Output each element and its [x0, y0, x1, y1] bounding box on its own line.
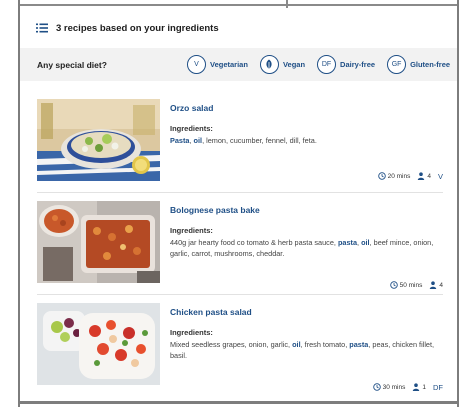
gluten-free-badge-icon: GF: [387, 55, 407, 74]
person-icon: [430, 281, 437, 289]
cook-time: 30 mins: [382, 383, 406, 391]
top-frame: [20, 0, 457, 6]
ingredients-list: Mixed seedless grapes, onion, garlic, oi…: [170, 339, 442, 361]
recipe-card: Bolognese pasta bake Ingredients: 440g j…: [37, 201, 443, 293]
matched-ingredient: oil: [193, 136, 203, 145]
servings: 4: [439, 281, 443, 289]
recipe-image[interactable]: [37, 99, 160, 181]
clock-icon: [377, 172, 386, 180]
diet-option-label: Gluten-free: [410, 60, 451, 69]
results-title: 3 recipes based on your ingredients: [56, 22, 219, 34]
bottom-frame-border: [18, 401, 459, 404]
diet-tag: DF: [433, 382, 443, 392]
recipe-card: Orzo salad Ingredients: Pasta, oil, lemo…: [37, 99, 443, 191]
ingredients-label: Ingredients:: [170, 328, 213, 337]
diet-option-dairy-free[interactable]: DF Dairy-free: [317, 55, 375, 74]
matched-ingredient: oil: [292, 340, 301, 349]
clock-icon: [389, 281, 398, 289]
recipe-meta: 50 mins 4: [389, 280, 443, 290]
diet-tag: V: [437, 171, 443, 181]
leaf-icon: [259, 55, 279, 74]
diet-option-label: Vegan: [282, 60, 306, 69]
recipe-title-link[interactable]: Chicken pasta salad: [170, 307, 252, 317]
recipe-card: Chicken pasta salad Ingredients: Mixed s…: [37, 303, 443, 395]
cook-time: 50 mins: [399, 281, 423, 289]
results-header: 3 recipes based on your ingredients: [36, 18, 219, 38]
recipe-title-link[interactable]: Bolognese pasta bake: [170, 205, 260, 215]
clock-icon: [372, 383, 381, 391]
recipe-meta: 20 mins 4 V: [377, 171, 443, 181]
ingredient-text: Mixed seedless grapes, onion, garlic,: [170, 340, 293, 349]
matched-ingredient: oil: [361, 238, 370, 247]
servings: 4: [427, 172, 431, 180]
diet-option-gluten-free[interactable]: GF Gluten-free: [387, 55, 450, 74]
ingredients-list: 440g jar hearty food co tomato & herb pa…: [170, 237, 442, 259]
diet-option-vegetarian[interactable]: V Vegetarian: [187, 55, 248, 74]
cook-time: 20 mins: [387, 172, 411, 180]
dairy-free-badge-icon: DF: [317, 55, 337, 74]
top-frame-divider: [286, 0, 288, 8]
matched-ingredient: pasta: [349, 340, 369, 349]
ingredients-list: Pasta, oil, lemon, cucumber, fennel, dil…: [170, 135, 442, 146]
diet-filter-bar: Any special diet? V Vegetarian Vegan DF …: [20, 48, 457, 81]
recipe-image[interactable]: [37, 303, 160, 385]
diet-option-label: Vegetarian: [210, 60, 248, 69]
ingredients-label: Ingredients:: [170, 124, 213, 133]
person-icon: [413, 383, 420, 391]
matched-ingredient: pasta: [337, 238, 357, 247]
person-icon: [418, 172, 425, 180]
diet-option-vegan[interactable]: Vegan: [259, 55, 306, 74]
divider: [37, 294, 443, 295]
vegetarian-badge-icon: V: [187, 55, 206, 74]
list-icon: [36, 23, 48, 33]
diet-option-label: Dairy-free: [340, 60, 376, 69]
ingredient-text: 440g jar hearty food co tomato & herb pa…: [170, 238, 338, 247]
diet-prompt: Any special diet?: [37, 59, 107, 70]
right-frame-border: [457, 0, 459, 407]
ingredient-text: , fresh tomato,: [300, 340, 350, 349]
ingredients-label: Ingredients:: [170, 226, 213, 235]
recipe-meta: 30 mins 1 DF: [372, 382, 443, 392]
recipe-image[interactable]: [37, 201, 160, 283]
matched-ingredient: Pasta: [170, 136, 190, 145]
ingredient-text: , lemon, cucumber, fennel, dill, feta.: [202, 136, 317, 145]
recipe-results-panel: 3 recipes based on your ingredients Any …: [20, 8, 457, 401]
divider: [37, 192, 443, 193]
recipe-title-link[interactable]: Orzo salad: [170, 103, 213, 113]
servings: 1: [422, 383, 426, 391]
